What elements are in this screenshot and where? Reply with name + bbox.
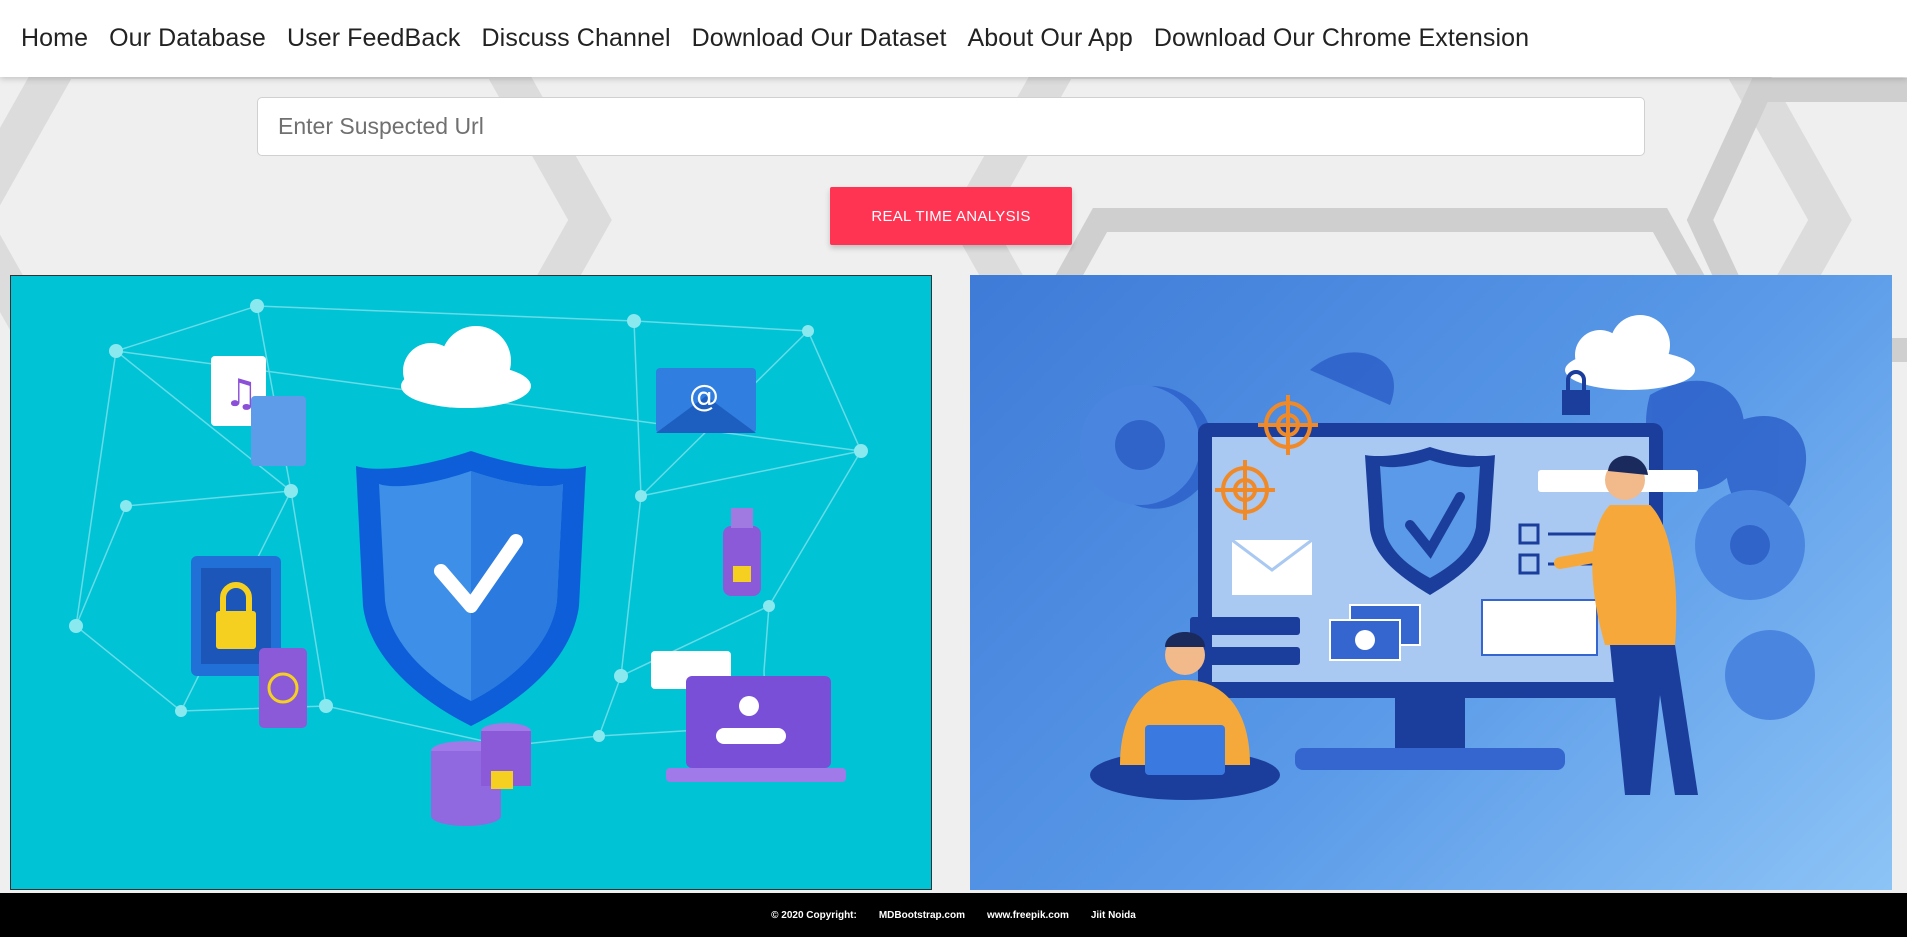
suspected-url-input[interactable] <box>257 97 1645 156</box>
email-icon: @ <box>656 368 756 433</box>
footer-link-freepik[interactable]: www.freepik.com <box>987 910 1069 921</box>
security-shield-illustration: ♫ @ <box>10 275 932 890</box>
nav-download-chrome-extension[interactable]: Download Our Chrome Extension <box>1154 24 1529 53</box>
music-file-icon: ♫ <box>211 356 306 466</box>
usb-lock-icon <box>723 508 761 596</box>
top-navbar: Home Our Database User FeedBack Discuss … <box>0 0 1907 77</box>
cyber-security-illustration <box>970 275 1892 890</box>
gear-icon <box>1725 630 1815 720</box>
security-network-art: ♫ @ <box>69 299 868 826</box>
laptop-login-icon <box>651 651 846 782</box>
footer-link-mdbootstrap[interactable]: MDBootstrap.com <box>879 910 965 921</box>
real-time-analysis-button[interactable]: REAL TIME ANALYSIS <box>830 187 1072 245</box>
form-window-icon <box>1481 599 1598 656</box>
footer-link-jiit-noida[interactable]: Jiit Noida <box>1091 910 1136 921</box>
cyber-security-art <box>1080 315 1815 800</box>
nav-about-app[interactable]: About Our App <box>968 24 1133 53</box>
nav-user-feedback[interactable]: User FeedBack <box>287 24 461 53</box>
footer-copyright: © 2020 Copyright: <box>771 909 857 921</box>
nav-discuss-channel[interactable]: Discuss Channel <box>482 24 671 53</box>
shield-check-icon <box>356 451 586 726</box>
envelope-icon <box>1231 538 1313 595</box>
database-lock-icon <box>431 723 531 826</box>
nav-home[interactable]: Home <box>21 24 88 53</box>
cloud-icon <box>401 326 531 408</box>
fingerprint-phone-icon <box>259 648 307 728</box>
svg-text:♫: ♫ <box>224 371 258 415</box>
nav-download-dataset[interactable]: Download Our Dataset <box>692 24 947 53</box>
nav-our-database[interactable]: Our Database <box>109 24 266 53</box>
svg-text:@: @ <box>689 379 719 414</box>
page-footer: © 2020 Copyright: MDBootstrap.com www.fr… <box>0 893 1907 937</box>
